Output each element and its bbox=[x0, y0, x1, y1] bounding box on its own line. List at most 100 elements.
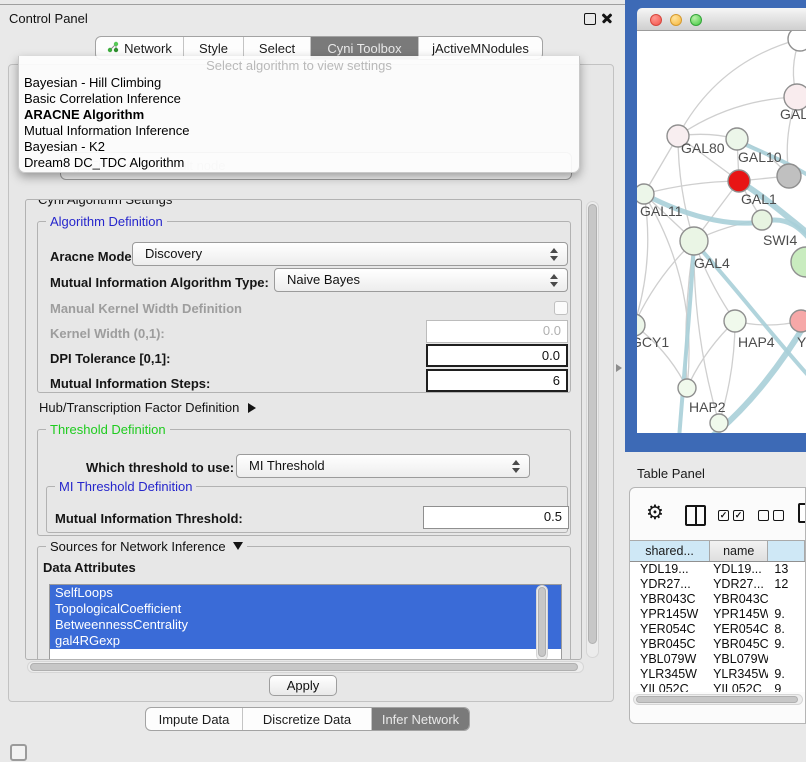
network-node[interactable] bbox=[777, 164, 801, 188]
column-header-shared[interactable]: shared... bbox=[630, 541, 710, 561]
dropdown-item-bayesian-hill-climbing[interactable]: Bayesian - Hill Climbing bbox=[19, 75, 579, 91]
table-row[interactable]: YPR145WYPR145W9. bbox=[630, 607, 805, 622]
network-node[interactable] bbox=[788, 31, 806, 51]
network-node-gal4[interactable] bbox=[680, 227, 708, 255]
hide-columns-icon[interactable] bbox=[758, 510, 784, 521]
data-attributes-label: Data Attributes bbox=[43, 560, 136, 575]
spinner-arrows-icon bbox=[549, 274, 558, 287]
mi-threshold-field[interactable]: 0.5 bbox=[423, 506, 569, 529]
attributes-list-scrollbar[interactable] bbox=[536, 585, 548, 660]
dropdown-item-dream8-dc-tdc-algorithm[interactable]: Dream8 DC_TDC Algorithm bbox=[19, 155, 579, 171]
aracne-mode-value: Discovery bbox=[145, 246, 202, 261]
float-window-icon[interactable] bbox=[584, 13, 596, 25]
mi-steps-label: Mutual Information Steps: bbox=[50, 376, 210, 391]
spinner-arrows-icon bbox=[549, 248, 558, 261]
settings-vertical-scrollbar[interactable] bbox=[586, 201, 599, 658]
mac-close-icon[interactable] bbox=[650, 14, 662, 26]
algorithm-definition-title: Algorithm Definition bbox=[46, 214, 167, 229]
table-cell: YDR27... bbox=[710, 577, 768, 592]
data-attributes-list[interactable]: SelfLoopsTopologicalCoefficientBetweenne… bbox=[49, 584, 562, 660]
kernel-width-label: Kernel Width (0,1): bbox=[50, 326, 165, 341]
show-columns-icon[interactable]: ✓✓ bbox=[718, 510, 744, 521]
column-header-name[interactable]: name bbox=[710, 541, 768, 561]
network-node-swi4[interactable] bbox=[752, 210, 772, 230]
tab-label: Select bbox=[259, 41, 295, 56]
mi-algorithm-type-combobox[interactable]: Naive Bayes bbox=[274, 268, 568, 292]
table-panel: ⚙ ✓✓ shared...name YDL19...YDL19...13YDR… bbox=[629, 487, 806, 724]
mac-zoom-icon[interactable] bbox=[690, 14, 702, 26]
table-cell bbox=[768, 592, 805, 607]
tab-discretize-data[interactable]: Discretize Data bbox=[243, 708, 372, 730]
table-row[interactable]: YBR045CYBR045C9. bbox=[630, 637, 805, 652]
tab-impute-data[interactable]: Impute Data bbox=[146, 708, 243, 730]
gear-icon[interactable]: ⚙ bbox=[646, 502, 664, 524]
sources-title[interactable]: Sources for Network Inference bbox=[46, 539, 247, 554]
network-node[interactable] bbox=[710, 414, 728, 432]
network-node-gal1[interactable] bbox=[728, 170, 750, 192]
export-table-icon[interactable] bbox=[798, 503, 806, 523]
network-node[interactable] bbox=[791, 247, 806, 277]
network-edge bbox=[644, 181, 739, 194]
table-row[interactable]: YBR043CYBR043C bbox=[630, 592, 805, 607]
dropdown-item-aracne-algorithm[interactable]: ARACNE Algorithm bbox=[19, 107, 579, 123]
table-row[interactable]: YBL079WYBL079W bbox=[630, 652, 805, 667]
network-node-gal11[interactable] bbox=[637, 184, 654, 204]
mi-steps-field[interactable]: 6 bbox=[426, 369, 568, 392]
network-edge-highlighted bbox=[739, 181, 806, 239]
manual-kernel-checkbox[interactable] bbox=[554, 301, 568, 315]
table-cell: 9 bbox=[768, 682, 805, 692]
mi-threshold-label: Mutual Information Threshold: bbox=[55, 511, 243, 526]
aracne-mode-combobox[interactable]: Discovery bbox=[132, 242, 568, 266]
table-horizontal-scrollbar[interactable] bbox=[633, 694, 803, 705]
table-cell: 9. bbox=[768, 607, 805, 622]
attribute-item-selfloops[interactable]: SelfLoops bbox=[50, 585, 561, 601]
sources-title-text: Sources for Network Inference bbox=[50, 539, 226, 554]
which-threshold-value: MI Threshold bbox=[249, 458, 325, 473]
tab-infer-network[interactable]: Infer Network bbox=[372, 708, 469, 730]
dropdown-item-basic-correlation-inference[interactable]: Basic Correlation Inference bbox=[19, 91, 579, 107]
split-view-icon[interactable] bbox=[685, 505, 706, 526]
network-node-gal10[interactable] bbox=[726, 128, 748, 150]
panel-grip-icon[interactable] bbox=[10, 744, 27, 761]
which-threshold-combobox[interactable]: MI Threshold bbox=[236, 454, 530, 478]
table-cell: YER054C bbox=[630, 622, 710, 637]
kernel-width-field[interactable]: 0.0 bbox=[426, 320, 568, 343]
network-node-hap2[interactable] bbox=[678, 379, 696, 397]
network-node-label: GAL80 bbox=[681, 140, 725, 156]
network-node-label: GAL bbox=[780, 106, 806, 122]
apply-button[interactable]: Apply bbox=[269, 675, 337, 696]
split-pane-arrow-icon[interactable] bbox=[616, 364, 622, 372]
table-row[interactable]: YER054CYER054C8. bbox=[630, 622, 805, 637]
control-panel-title: Control Panel bbox=[9, 11, 88, 26]
network-node-label: HAP4 bbox=[738, 334, 775, 350]
table-cell: YPR145W bbox=[630, 607, 710, 622]
table-cell: YDL19... bbox=[630, 562, 710, 577]
mac-minimize-icon[interactable] bbox=[670, 14, 682, 26]
table-row[interactable]: YIL052CYIL052C9 bbox=[630, 682, 805, 692]
table-cell: YLR345W bbox=[630, 667, 710, 682]
settings-group-title: Cyni Algorithm Settings bbox=[34, 199, 176, 207]
table-cell: YPR145W bbox=[710, 607, 768, 622]
network-window-titlebar[interactable] bbox=[637, 8, 806, 31]
hub-definition-toggle[interactable]: Hub/Transcription Factor Definition bbox=[39, 400, 256, 415]
table-row[interactable]: YDR27...YDR27...12 bbox=[630, 577, 805, 592]
tab-label: jActiveMNodules bbox=[432, 41, 529, 56]
table-cell: YBR043C bbox=[630, 592, 710, 607]
network-node-label: SWI4 bbox=[763, 232, 797, 248]
attribute-item-betweennesscentrality[interactable]: BetweennessCentrality bbox=[50, 617, 561, 633]
dpi-tolerance-field[interactable]: 0.0 bbox=[426, 344, 568, 367]
network-view-canvas[interactable]: GALGAL80GAL10GAL1GAL11GAL4SWI4GCY1HAP4YH… bbox=[637, 31, 806, 433]
attribute-item-gal4rgexp[interactable]: gal4RGexp bbox=[50, 633, 561, 649]
table-row[interactable]: YLR345WYLR345W9. bbox=[630, 667, 805, 682]
dropdown-item-bayesian-k2[interactable]: Bayesian - K2 bbox=[19, 139, 579, 155]
network-node-hap4[interactable] bbox=[724, 310, 746, 332]
attribute-item-topologicalcoefficient[interactable]: TopologicalCoefficient bbox=[50, 601, 561, 617]
network-node-y[interactable] bbox=[790, 310, 806, 332]
settings-horizontal-scrollbar[interactable] bbox=[27, 661, 584, 673]
close-icon[interactable] bbox=[601, 12, 613, 24]
column-header-col2[interactable] bbox=[768, 541, 805, 561]
tab-label: Style bbox=[199, 41, 228, 56]
sources-group: Sources for Network Inference Data Attri… bbox=[37, 546, 571, 660]
table-row[interactable]: YDL19...YDL19...13 bbox=[630, 562, 805, 577]
dropdown-item-mutual-information-inference[interactable]: Mutual Information Inference bbox=[19, 123, 579, 139]
